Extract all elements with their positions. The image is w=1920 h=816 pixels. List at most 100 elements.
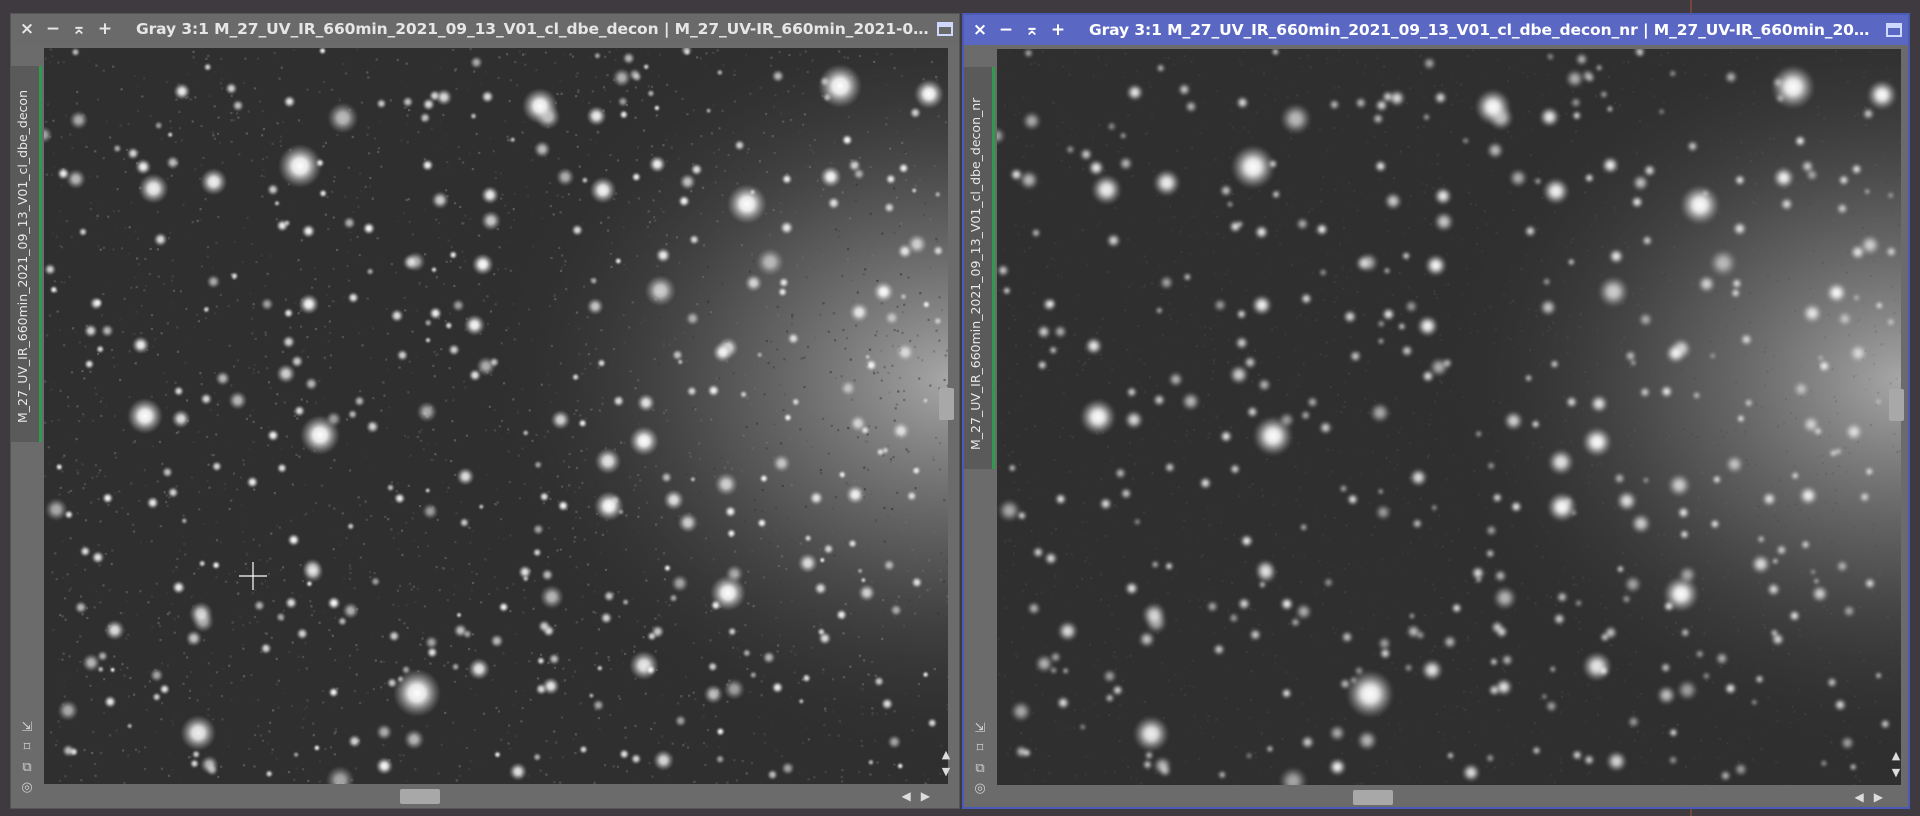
minimize-icon[interactable]: − xyxy=(993,15,1019,45)
vertical-scrollbar[interactable]: ▲ ▼ xyxy=(936,48,956,784)
arrow-corner-icon[interactable]: ⇲ xyxy=(970,721,990,736)
star xyxy=(1014,745,1028,759)
star xyxy=(468,658,490,680)
star xyxy=(578,418,588,428)
shade-icon[interactable]: ⌅ xyxy=(66,14,92,44)
scroll-right-icon[interactable]: ▶ xyxy=(921,789,940,803)
star xyxy=(1126,386,1137,398)
star xyxy=(715,754,725,764)
image-canvas[interactable] xyxy=(997,49,1901,785)
arrow-corner-icon[interactable]: ⇲ xyxy=(17,720,37,735)
star xyxy=(739,390,748,399)
star xyxy=(1766,582,1781,597)
horizontal-scrollbar[interactable]: ◀▶ xyxy=(44,786,948,806)
star xyxy=(571,373,580,382)
vertical-scrollbar[interactable]: ▲ ▼ xyxy=(1886,49,1906,785)
vertical-scroll-buttons[interactable]: ▲ ▼ xyxy=(936,746,956,780)
target-icon[interactable]: ◎ xyxy=(970,781,990,796)
star xyxy=(779,220,794,235)
maximize-icon[interactable] xyxy=(1886,23,1902,37)
star xyxy=(1725,454,1744,474)
star xyxy=(631,172,642,182)
star xyxy=(1844,422,1864,442)
minimize-icon[interactable]: − xyxy=(40,14,66,44)
star xyxy=(906,490,918,502)
star xyxy=(301,224,316,239)
clone-icon[interactable]: ⧉ xyxy=(17,760,37,775)
zoom-in-icon[interactable]: + xyxy=(1045,15,1071,45)
star xyxy=(1680,185,1720,225)
star xyxy=(342,216,356,230)
star xyxy=(1441,357,1453,369)
target-icon[interactable]: ◎ xyxy=(17,780,37,795)
scroll-right-icon[interactable]: ▶ xyxy=(1874,790,1893,804)
window-titlebar[interactable]: × − ⌅ + Gray 3:1 M_27_UV_IR_660min_2021_… xyxy=(11,14,959,44)
star xyxy=(1485,753,1495,763)
star xyxy=(1724,682,1737,695)
image-canvas[interactable] xyxy=(44,48,948,784)
star xyxy=(1825,281,1848,304)
star xyxy=(1300,735,1315,749)
star xyxy=(1570,97,1582,109)
scroll-down-icon[interactable]: ▼ xyxy=(1886,764,1906,781)
star xyxy=(1757,535,1766,544)
fit-frame-icon[interactable]: ⌑ xyxy=(17,740,37,755)
horizontal-scrollbar[interactable]: ◀▶ xyxy=(997,787,1901,807)
maximize-icon[interactable] xyxy=(937,22,953,36)
star xyxy=(845,484,866,505)
close-icon[interactable]: × xyxy=(967,15,993,45)
horizontal-scroll-buttons[interactable]: ◀▶ xyxy=(1855,787,1893,807)
shade-icon[interactable]: ⌅ xyxy=(1019,15,1045,45)
star xyxy=(603,590,616,602)
star xyxy=(1237,597,1251,611)
star xyxy=(1257,378,1272,392)
star xyxy=(165,155,180,170)
star xyxy=(1341,631,1354,644)
star xyxy=(742,648,752,658)
star xyxy=(1164,561,1174,571)
star xyxy=(1582,651,1612,682)
star xyxy=(225,82,238,95)
scroll-up-icon[interactable]: ▲ xyxy=(1886,747,1906,764)
star xyxy=(727,626,737,637)
star xyxy=(1120,487,1132,500)
star xyxy=(498,601,510,613)
star xyxy=(293,405,306,417)
star xyxy=(550,409,571,430)
horizontal-scroll-thumb[interactable] xyxy=(400,789,440,804)
star xyxy=(185,630,203,647)
image-identifier-tab[interactable]: M_27_UV_IR_660min_2021_09_13_V01_cl_dbe_… xyxy=(11,66,42,442)
clone-icon[interactable]: ⧉ xyxy=(970,761,990,776)
close-icon[interactable]: × xyxy=(14,14,40,44)
star xyxy=(533,460,543,470)
star xyxy=(109,666,116,673)
star xyxy=(644,275,677,307)
scroll-down-icon[interactable]: ▼ xyxy=(936,763,956,780)
window-titlebar[interactable]: × − ⌅ + Gray 3:1 M_27_UV_IR_660min_2021_… xyxy=(964,15,1908,45)
star xyxy=(444,321,453,330)
star xyxy=(1400,344,1414,357)
star xyxy=(451,298,465,313)
zoom-in-icon[interactable]: + xyxy=(92,14,118,44)
star xyxy=(1875,398,1882,405)
horizontal-scroll-thumb[interactable] xyxy=(1353,790,1393,805)
scroll-left-icon[interactable]: ◀ xyxy=(1855,790,1874,804)
vertical-scroll-thumb[interactable] xyxy=(939,388,954,420)
scroll-up-icon[interactable]: ▲ xyxy=(936,746,956,763)
star xyxy=(619,110,629,120)
horizontal-scroll-buttons[interactable]: ◀▶ xyxy=(902,786,940,806)
image-window-left[interactable]: × − ⌅ + Gray 3:1 M_27_UV_IR_660min_2021_… xyxy=(10,13,960,809)
star xyxy=(1660,385,1673,398)
star xyxy=(1494,678,1513,696)
vertical-scroll-buttons[interactable]: ▲ ▼ xyxy=(1886,747,1906,781)
star xyxy=(891,421,911,441)
image-window-right[interactable]: × − ⌅ + Gray 3:1 M_27_UV_IR_660min_2021_… xyxy=(962,13,1910,809)
image-identifier-tab[interactable]: M_27_UV_IR_660min_2021_09_13_V01_cl_dbe_… xyxy=(964,67,995,469)
scroll-left-icon[interactable]: ◀ xyxy=(902,789,921,803)
fit-frame-icon[interactable]: ⌑ xyxy=(970,741,990,756)
star xyxy=(1181,391,1201,411)
star xyxy=(1266,745,1274,753)
vertical-scroll-thumb[interactable] xyxy=(1889,389,1904,421)
star xyxy=(1401,251,1411,261)
star xyxy=(1835,559,1849,573)
